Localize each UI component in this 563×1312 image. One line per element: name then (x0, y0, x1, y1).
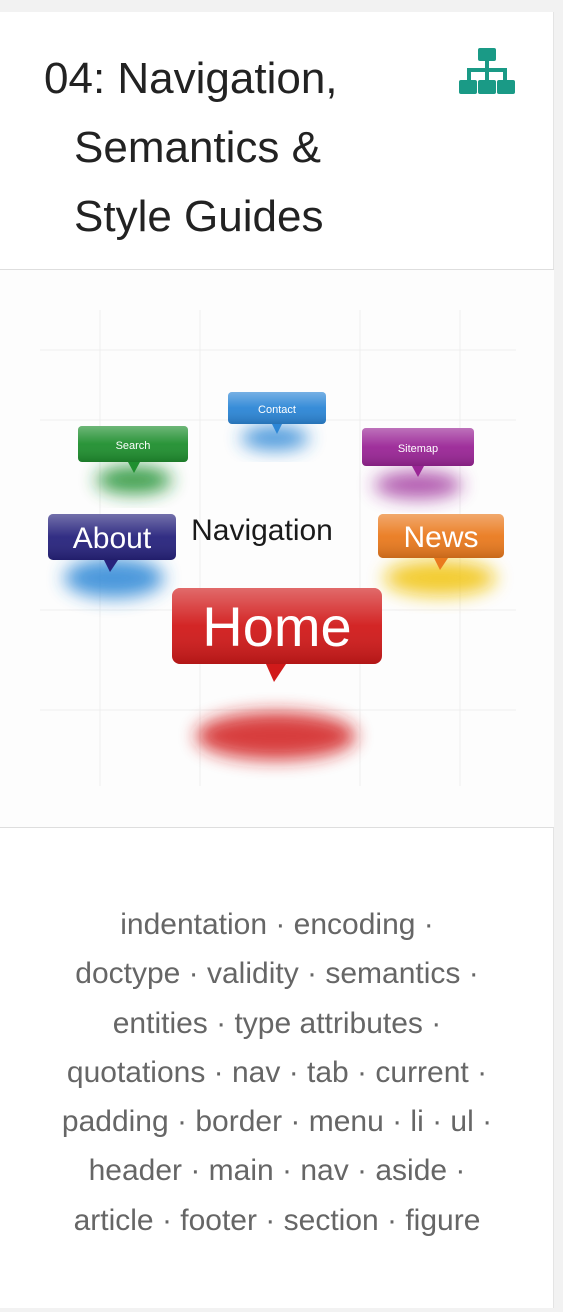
about-bubble: About (48, 514, 176, 572)
tag-line-6: header · main · nav · aside · (88, 1154, 466, 1188)
navigation-illustration-area: Contact Search Sitemap About Navigation … (0, 270, 554, 828)
tag-line-3: entities · type attributes · (112, 1006, 442, 1040)
sitemap-bubble: Sitemap (362, 428, 474, 477)
card-header: 04: Navigation, Semantics & Style Guides (0, 12, 554, 270)
tag-line-7: article · footer · section · figure (73, 1203, 481, 1237)
card-title[interactable]: 04: Navigation, Semantics & Style Guides (44, 44, 444, 251)
navigation-word: Navigation (191, 514, 333, 547)
tag-line-4: quotations · nav · tab · current · (66, 1055, 488, 1089)
lesson-card[interactable]: 04: Navigation, Semantics & Style Guides (0, 12, 554, 1308)
home-bubble-label: Home (202, 595, 351, 658)
sitemap-icon (459, 48, 515, 94)
contact-bubble: Contact (228, 392, 326, 434)
navigation-illustration: Contact Search Sitemap About Navigation … (40, 310, 516, 786)
news-bubble: News (378, 514, 504, 570)
news-bubble-label: News (403, 521, 478, 554)
title-line-3: Style Guides (74, 192, 324, 241)
tag-line-2: doctype · validity · semantics · (75, 957, 479, 991)
about-bubble-label: About (73, 522, 152, 555)
title-line-2: Semantics & (74, 123, 321, 172)
tag-line-5: padding · border · menu · li · ul · (61, 1105, 493, 1139)
search-bubble-label: Search (116, 440, 151, 452)
home-bubble-pointer (266, 664, 286, 682)
title-line-1: 04: Navigation, (44, 54, 338, 103)
home-bubble: Home (172, 588, 382, 682)
tag-line-1: indentation · encoding · (120, 908, 434, 941)
contact-bubble-label: Contact (258, 404, 296, 416)
topic-tags: indentation · encoding · doctype · valid… (30, 900, 524, 1245)
search-bubble: Search (78, 426, 188, 473)
sitemap-bubble-label: Sitemap (398, 443, 438, 455)
